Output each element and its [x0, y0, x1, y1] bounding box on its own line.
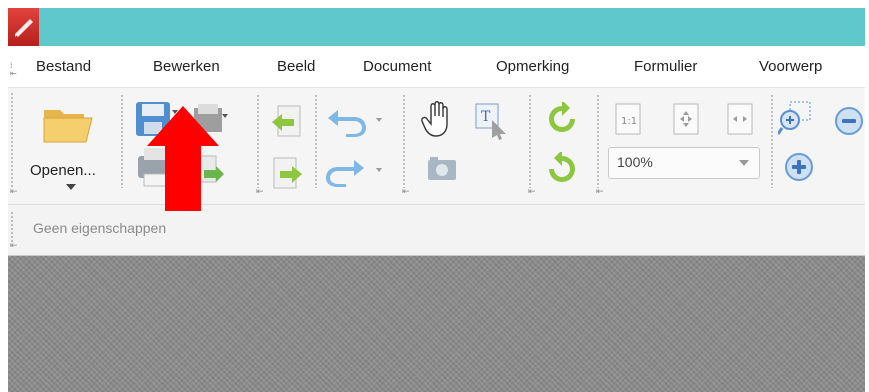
menu-formulier[interactable]: Formulier	[634, 58, 697, 75]
menu-grip-icon[interactable]: ⁞ ⇤	[10, 62, 18, 78]
app-logo-icon[interactable]	[8, 8, 39, 46]
toolbar-grip[interactable]	[10, 92, 14, 188]
page-back-icon[interactable]	[270, 104, 304, 144]
zoom-level-value: 100%	[617, 154, 653, 170]
svg-text:T: T	[481, 109, 491, 125]
select-text-icon[interactable]: T	[474, 102, 508, 144]
svg-text:1:1: 1:1	[621, 116, 637, 127]
zoom-level-select[interactable]: 100%	[608, 147, 760, 179]
toolbar-separator	[256, 94, 260, 188]
toolbar-separator	[120, 94, 124, 188]
open-button-label[interactable]: Openen...	[30, 162, 96, 179]
rotate-left-icon[interactable]	[546, 100, 578, 142]
rotate-right-icon[interactable]	[546, 150, 578, 192]
actual-size-icon[interactable]: 1:1	[614, 102, 644, 140]
menu-opmerking[interactable]: Opmerking	[496, 58, 569, 75]
group-grip-icon[interactable]: ⇤	[402, 187, 410, 197]
toolbar-separator	[596, 94, 600, 188]
zoom-in-marquee-icon[interactable]	[776, 100, 812, 140]
open-dropdown-icon[interactable]	[66, 184, 76, 190]
menu-bestand[interactable]: Bestand	[36, 58, 91, 75]
redo-icon[interactable]	[324, 154, 384, 192]
properties-bar: ⇤ Geen eigenschappen	[8, 205, 865, 256]
group-grip-icon[interactable]: ⇤	[528, 187, 536, 197]
chevron-down-icon[interactable]	[739, 160, 749, 166]
menu-document[interactable]: Document	[363, 58, 431, 75]
app-window: ⁞ ⇤ Bestand Bewerken Beeld Document Opmer…	[8, 8, 865, 392]
group-grip-icon[interactable]: ⇤	[596, 187, 604, 197]
group-grip-icon[interactable]: ⇤	[256, 187, 264, 197]
undo-icon[interactable]	[324, 104, 384, 142]
page-forward-icon[interactable]	[270, 156, 304, 196]
menu-beeld[interactable]: Beeld	[277, 58, 315, 75]
toolbar-separator	[770, 94, 774, 188]
fit-page-icon[interactable]	[672, 102, 702, 140]
group-grip-icon[interactable]: ⇤	[10, 241, 18, 251]
fit-width-icon[interactable]	[726, 102, 756, 140]
menu-bar: ⁞ ⇤ Bestand Bewerken Beeld Document Opmer…	[8, 46, 865, 88]
zoom-out-icon[interactable]	[834, 106, 864, 140]
menu-voorwerp[interactable]: Voorwerp	[759, 58, 822, 75]
toolbar: ⇤ Openen... ⇤ T ⇤ ⇤ 1:1 100% ⇤	[8, 88, 865, 205]
open-folder-icon[interactable]	[42, 102, 94, 150]
toolbar-separator	[402, 94, 406, 188]
red-up-arrow	[147, 106, 219, 211]
group-grip-icon[interactable]: ⇤	[10, 187, 18, 197]
document-workspace[interactable]	[8, 256, 865, 392]
menu-bewerken[interactable]: Bewerken	[153, 58, 220, 75]
snapshot-icon[interactable]	[426, 156, 458, 186]
hand-tool-icon[interactable]	[421, 100, 455, 142]
properties-grip[interactable]	[10, 211, 14, 243]
properties-label: Geen eigenschappen	[33, 220, 167, 236]
toolbar-separator	[314, 94, 318, 188]
toolbar-separator	[528, 94, 532, 188]
zoom-in-icon[interactable]	[784, 152, 814, 186]
title-bar	[8, 8, 865, 46]
